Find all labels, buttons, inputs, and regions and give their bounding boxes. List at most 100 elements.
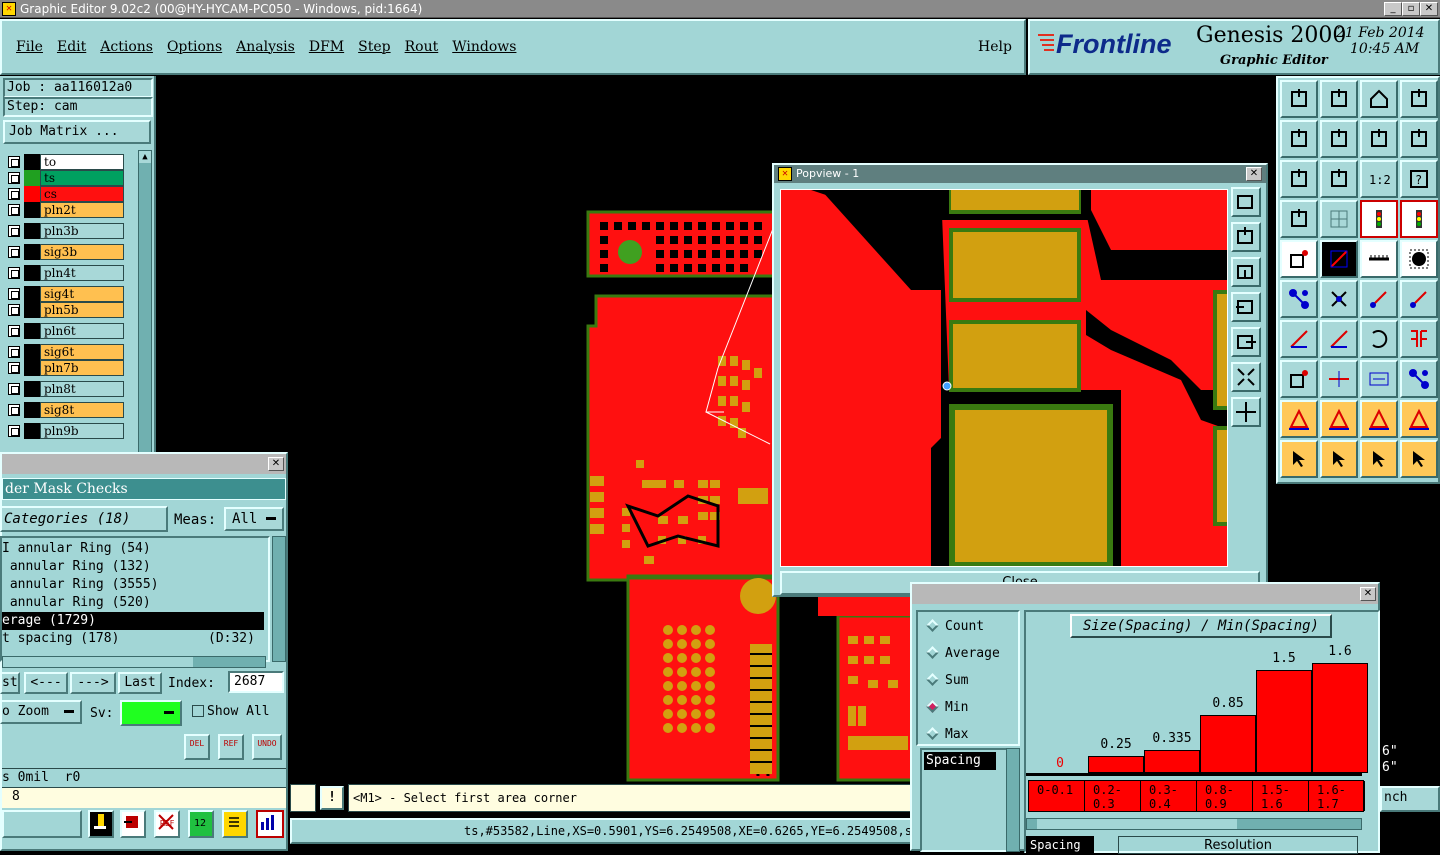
category-item[interactable]: annular Ring (520)	[2, 594, 268, 612]
histogram-close-icon[interactable]: ✕	[1360, 587, 1376, 601]
layer-checkbox[interactable]	[8, 288, 20, 300]
show-all-checkbox[interactable]	[192, 705, 204, 717]
layer-scrollbar[interactable]: ▲	[138, 150, 152, 456]
popview-tool-5-icon[interactable]	[1231, 327, 1261, 357]
arrow-node-icon[interactable]	[1360, 280, 1398, 318]
zoom-pan-icon[interactable]	[1320, 160, 1358, 198]
dash-icon[interactable]	[1320, 360, 1358, 398]
layer-name[interactable]: pln6t	[40, 323, 124, 339]
stat-list[interactable]: Spacing	[920, 748, 1020, 852]
side-button[interactable]: nch	[1380, 786, 1440, 812]
layer-name[interactable]: pln7b	[40, 360, 124, 376]
traffic-light-icon[interactable]	[1360, 200, 1398, 238]
zoom-fit-icon[interactable]	[1280, 160, 1318, 198]
snap-icon[interactable]	[1280, 360, 1318, 398]
categories-button[interactable]: Categories (18)	[0, 506, 168, 532]
layer-row[interactable]: to	[4, 154, 126, 170]
popview-canvas[interactable]	[780, 189, 1228, 567]
layer-name[interactable]: ts	[40, 170, 124, 186]
job-matrix-button[interactable]: Job Matrix ...	[3, 120, 151, 144]
menu-dfm[interactable]: DFM	[309, 39, 344, 55]
category-item[interactable]: I annular Ring (54)	[2, 540, 268, 558]
mirror-icon[interactable]	[1400, 320, 1438, 358]
layer-color-swatch[interactable]	[24, 202, 40, 218]
ref-button[interactable]: REF	[218, 734, 244, 760]
sv-color-select[interactable]	[120, 700, 182, 726]
meas-select[interactable]: All	[224, 507, 284, 531]
traffic-light-alt-icon[interactable]	[1400, 200, 1438, 238]
menu-edit[interactable]: Edit	[57, 39, 86, 55]
layer-color-swatch[interactable]	[24, 302, 40, 318]
layer-color-swatch[interactable]	[24, 381, 40, 397]
radio-max[interactable]: Max	[924, 726, 968, 746]
del-button[interactable]: DEL	[184, 734, 210, 760]
layer-checkbox[interactable]	[8, 246, 20, 258]
move-left-icon[interactable]	[1280, 120, 1318, 158]
layer-color-swatch[interactable]	[24, 286, 40, 302]
delete-node-icon[interactable]	[1320, 280, 1358, 318]
zoom-select[interactable]: o Zoom	[0, 700, 82, 724]
tool-12-icon[interactable]: 12	[188, 810, 214, 838]
prev-button[interactable]: <---	[24, 672, 68, 694]
stat-list-scrollbar[interactable]	[1006, 748, 1020, 852]
layer-checkbox[interactable]	[8, 156, 20, 168]
radio-sum[interactable]: Sum	[924, 672, 968, 692]
layer-checkbox[interactable]	[8, 172, 20, 184]
layer-color-swatch[interactable]	[24, 265, 40, 281]
range-icon[interactable]	[1360, 360, 1398, 398]
menu-options[interactable]: Options	[167, 39, 222, 55]
angle-icon[interactable]	[1280, 320, 1318, 358]
a-shape-alt-icon[interactable]	[1400, 400, 1438, 438]
popview-tool-3-icon[interactable]	[1231, 257, 1261, 287]
layer-checkbox[interactable]	[8, 425, 20, 437]
layer-color-swatch[interactable]	[24, 186, 40, 202]
layer-row[interactable]: sig8t	[4, 402, 126, 418]
layer-row[interactable]: pln3b	[4, 223, 126, 239]
warning-icon[interactable]: !	[320, 786, 344, 810]
popview-tool-4-icon[interactable]	[1231, 292, 1261, 322]
swap-icon[interactable]	[1360, 120, 1398, 158]
group-icon[interactable]	[1400, 360, 1438, 398]
menu-step[interactable]: Step	[358, 39, 390, 55]
layer-name[interactable]: sig8t	[40, 402, 124, 418]
layer-row[interactable]: sig6t	[4, 344, 126, 360]
layer-checkbox[interactable]	[8, 325, 20, 337]
maximize-button[interactable]: ▫	[1402, 2, 1420, 16]
next-button[interactable]: --->	[70, 672, 116, 694]
measure-icon[interactable]	[1360, 240, 1398, 278]
radio-average[interactable]: Average	[924, 645, 1000, 665]
layer-color-swatch[interactable]	[24, 323, 40, 339]
checks-close-icon[interactable]: ✕	[268, 457, 284, 471]
snake-icon[interactable]	[1400, 120, 1438, 158]
index-input[interactable]: 2687	[228, 671, 284, 693]
scale-1-2-icon[interactable]: 1:2	[1360, 160, 1398, 198]
layer-name[interactable]: sig3b	[40, 244, 124, 260]
connect-icon[interactable]	[1280, 280, 1318, 318]
tool-ref-icon[interactable]: REF	[154, 810, 180, 838]
menu-analysis[interactable]: Analysis	[236, 39, 295, 55]
minimize-button[interactable]: _	[1384, 2, 1402, 16]
radio-count[interactable]: Count	[924, 618, 984, 638]
panel-icon[interactable]	[1400, 80, 1438, 118]
popview-zoom-in-icon[interactable]	[1231, 362, 1261, 392]
triangle-icon[interactable]	[1320, 400, 1358, 438]
layer-name[interactable]: sig6t	[40, 344, 124, 360]
layer-color-swatch[interactable]	[24, 360, 40, 376]
layer-checkbox[interactable]	[8, 362, 20, 374]
popview-zoom-out-icon[interactable]	[1231, 397, 1261, 427]
layer-color-swatch[interactable]	[24, 223, 40, 239]
menu-help[interactable]: Help	[978, 39, 1012, 55]
select-arrow-icon[interactable]	[1280, 440, 1318, 478]
move-right-icon[interactable]	[1320, 120, 1358, 158]
a-shape-icon[interactable]	[1360, 400, 1398, 438]
layer-name[interactable]: pln9b	[40, 423, 124, 439]
layer-checkbox[interactable]	[8, 204, 20, 216]
layer-row[interactable]: pln8t	[4, 381, 126, 397]
tool-marker-icon[interactable]	[88, 810, 114, 838]
layer-row[interactable]: pln5b	[4, 302, 126, 318]
layer-row[interactable]: sig3b	[4, 244, 126, 260]
stat-list-item[interactable]: Spacing	[924, 752, 996, 770]
layer-name[interactable]: pln8t	[40, 381, 124, 397]
triangle-red-icon[interactable]	[1280, 400, 1318, 438]
grid-icon[interactable]	[1320, 200, 1358, 238]
